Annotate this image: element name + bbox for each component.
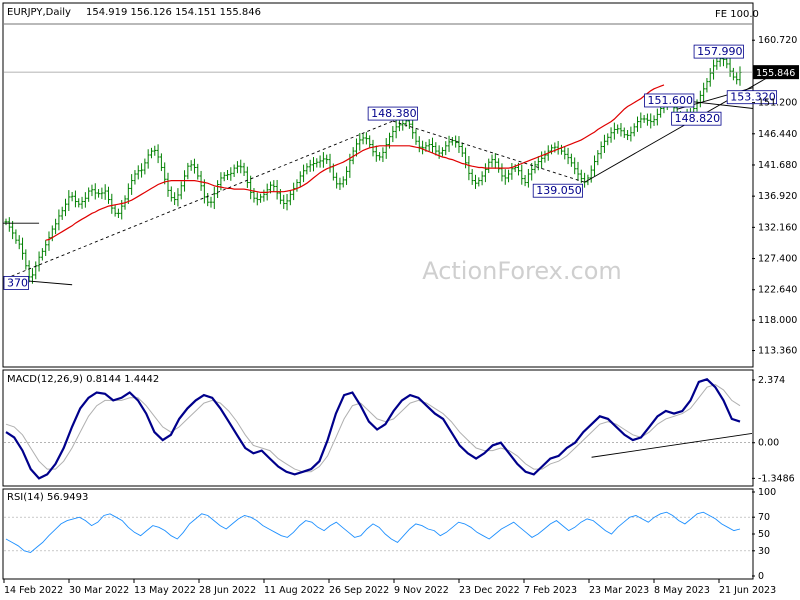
date-axis-label: 23 Mar 2023 bbox=[589, 585, 649, 596]
rsi-axis-label: 100 bbox=[758, 487, 776, 498]
price-annotation-label: 370 bbox=[7, 276, 28, 289]
macd-axis-label: 0.00 bbox=[758, 438, 779, 449]
date-axis-label: 13 May 2022 bbox=[134, 585, 196, 596]
chart-svg: ActionForex.com EURJPY,Daily 154.919 156… bbox=[0, 0, 800, 600]
date-axis-label: 21 Jun 2023 bbox=[719, 585, 776, 596]
fe-label: FE 100.0 bbox=[715, 9, 759, 20]
price-axis-label: 132.160 bbox=[758, 222, 797, 233]
price-axis-label: 136.920 bbox=[758, 191, 797, 202]
price-annotation-label: 139.050 bbox=[536, 184, 582, 197]
price-axis-label: 141.680 bbox=[758, 160, 797, 171]
ohlc-label: 154.919 156.126 154.151 155.846 bbox=[86, 7, 261, 18]
price-annotation-label: 148.820 bbox=[675, 112, 721, 125]
rsi-axis-label: 70 bbox=[758, 512, 770, 523]
rsi-axis-label: 30 bbox=[758, 546, 770, 557]
date-axis-label: 26 Sep 2022 bbox=[329, 585, 389, 596]
price-axis-label: 127.400 bbox=[758, 254, 797, 265]
watermark: ActionForex.com bbox=[422, 257, 622, 285]
price-annotation-label: 148.380 bbox=[371, 107, 417, 120]
price-axis-label: 151.200 bbox=[758, 98, 797, 109]
price-annotation-label: 157.990 bbox=[697, 45, 743, 58]
date-axis-label: 11 Aug 2022 bbox=[264, 585, 325, 596]
macd-axis-label: -1.3486 bbox=[758, 473, 795, 484]
date-axis-label: 23 Dec 2022 bbox=[459, 585, 520, 596]
macd-axis-label: 2.374 bbox=[758, 375, 785, 386]
date-axis-label: 8 May 2023 bbox=[654, 585, 710, 596]
price-annotation-label: 151.600 bbox=[647, 94, 693, 107]
price-axis-label: 122.640 bbox=[758, 285, 797, 296]
price-axis-label: 118.000 bbox=[758, 315, 797, 326]
date-axis-label: 14 Feb 2022 bbox=[4, 585, 63, 596]
date-axis-label: 28 Jun 2022 bbox=[199, 585, 256, 596]
date-axis-label: 9 Nov 2022 bbox=[394, 585, 449, 596]
rsi-title: RSI(14) 56.9493 bbox=[7, 492, 88, 503]
current-price-tag-label: 155.846 bbox=[756, 68, 795, 79]
date-axis-label: 7 Feb 2023 bbox=[524, 585, 577, 596]
rsi-axis-label: 0 bbox=[758, 571, 764, 582]
date-axis-label: 30 Mar 2022 bbox=[69, 585, 129, 596]
symbol-label: EURJPY,Daily bbox=[7, 7, 71, 18]
price-axis-label: 146.440 bbox=[758, 129, 797, 140]
price-axis-label: 113.360 bbox=[758, 346, 797, 357]
rsi-axis-label: 50 bbox=[758, 529, 770, 540]
macd-title: MACD(12,26,9) 0.8144 1.4442 bbox=[7, 374, 159, 385]
price-axis-label: 160.720 bbox=[758, 35, 797, 46]
